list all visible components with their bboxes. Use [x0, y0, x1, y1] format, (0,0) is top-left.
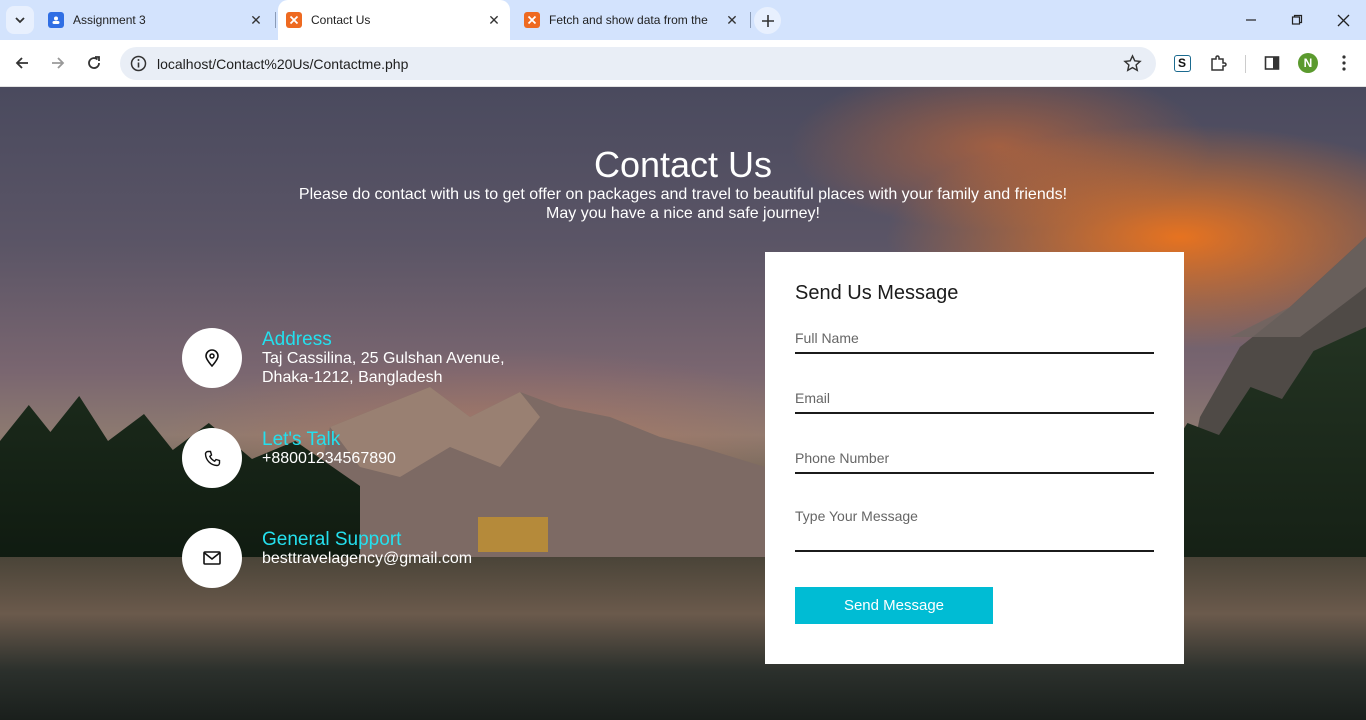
support-icon-circle: [182, 528, 242, 588]
tab-contact-us[interactable]: Contact Us ✕: [278, 0, 510, 40]
toolbar-divider: [1245, 55, 1246, 73]
puzzle-icon: [1211, 55, 1227, 71]
message-form: Send Us Message Send Message: [765, 252, 1184, 664]
xampp-icon: [286, 12, 302, 28]
arrow-left-icon: [15, 57, 28, 69]
restore-button[interactable]: [1274, 0, 1320, 40]
menu-button[interactable]: [1333, 52, 1355, 74]
tab-separator: [275, 12, 276, 28]
google-classroom-icon: [48, 12, 64, 28]
map-pin-icon: [205, 349, 219, 367]
plus-icon: [761, 14, 774, 27]
support-label: General Support: [262, 529, 402, 550]
phone-icon: [204, 450, 220, 466]
phone-icon-circle: [182, 428, 242, 488]
reload-button[interactable]: [80, 49, 108, 77]
tab-search-button[interactable]: [6, 6, 34, 34]
chevron-down-icon: [15, 17, 25, 24]
tab-title: Contact Us: [311, 13, 371, 27]
xampp-icon: [524, 12, 540, 28]
minimize-icon: [1246, 19, 1256, 21]
more-vertical-icon: [1342, 55, 1346, 71]
phone-label: Let's Talk: [262, 429, 341, 450]
tab-fetch-data[interactable]: Fetch and show data from the ✕: [516, 0, 748, 40]
phone-value: +88001234567890: [262, 450, 396, 467]
form-heading: Send Us Message: [795, 282, 959, 304]
window-close-button[interactable]: [1320, 0, 1366, 40]
message-textarea[interactable]: [795, 508, 1154, 552]
support-info: General Support besttravelagency@gmail.c…: [182, 528, 602, 588]
side-panel-icon: [1264, 56, 1280, 70]
close-icon[interactable]: ✕: [246, 10, 266, 30]
subtitle-line-2: May you have a nice and safe journey!: [546, 205, 820, 222]
browser-toolbar: localhost/Contact%20Us/Contactme.php S: [0, 40, 1366, 87]
contact-page: Contact Us Please do contact with us to …: [0, 87, 1366, 720]
side-panel-button[interactable]: [1261, 52, 1283, 74]
info-icon[interactable]: [130, 55, 147, 72]
address-info: Address Taj Cassilina, 25 Gulshan Avenue…: [182, 328, 602, 388]
address-icon-circle: [182, 328, 242, 388]
phone-info: Let's Talk +88001234567890: [182, 428, 602, 488]
phone-number-input[interactable]: [795, 444, 1154, 474]
minimize-button[interactable]: [1228, 0, 1274, 40]
reload-icon: [88, 56, 100, 69]
forward-button[interactable]: [44, 49, 72, 77]
arrow-right-icon: [52, 57, 65, 69]
extension-s-icon: S: [1173, 54, 1191, 72]
close-icon: [1337, 14, 1349, 26]
tab-assignment[interactable]: Assignment 3 ✕: [40, 0, 272, 40]
page-title: Contact Us: [593, 144, 773, 185]
tab-strip: Assignment 3 ✕ Contact Us ✕ Fetch and sh…: [0, 0, 1366, 40]
new-tab-button[interactable]: [754, 7, 781, 34]
support-value: besttravelagency@gmail.com: [262, 550, 473, 567]
url-text[interactable]: localhost/Contact%20Us/Contactme.php: [157, 56, 408, 72]
full-name-input[interactable]: [795, 324, 1154, 354]
tab-title: Assignment 3: [73, 13, 146, 27]
address-value: Taj Cassilina, 25 Gulshan Avenue, Dhaka-…: [262, 350, 505, 386]
bookmark-star-icon[interactable]: [1123, 54, 1142, 73]
close-icon[interactable]: ✕: [722, 10, 742, 30]
tab-title: Fetch and show data from the: [549, 13, 708, 27]
address-label: Address: [262, 329, 332, 350]
mail-icon: [203, 551, 221, 565]
restore-icon: [1291, 14, 1303, 25]
extension-s-button[interactable]: S: [1171, 52, 1193, 74]
subtitle-line-1: Please do contact with us to get offer o…: [298, 186, 1068, 203]
back-button[interactable]: [8, 49, 36, 77]
extensions-button[interactable]: [1207, 52, 1229, 74]
tab-separator: [750, 12, 751, 28]
address-bar[interactable]: localhost/Contact%20Us/Contactme.php: [120, 47, 1156, 80]
profile-avatar[interactable]: N: [1298, 53, 1318, 73]
send-message-button[interactable]: Send Message: [795, 587, 993, 624]
email-input[interactable]: [795, 384, 1154, 414]
close-icon[interactable]: ✕: [484, 10, 504, 30]
page-subtitle: Please do contact with us to get offer o…: [0, 185, 1366, 223]
